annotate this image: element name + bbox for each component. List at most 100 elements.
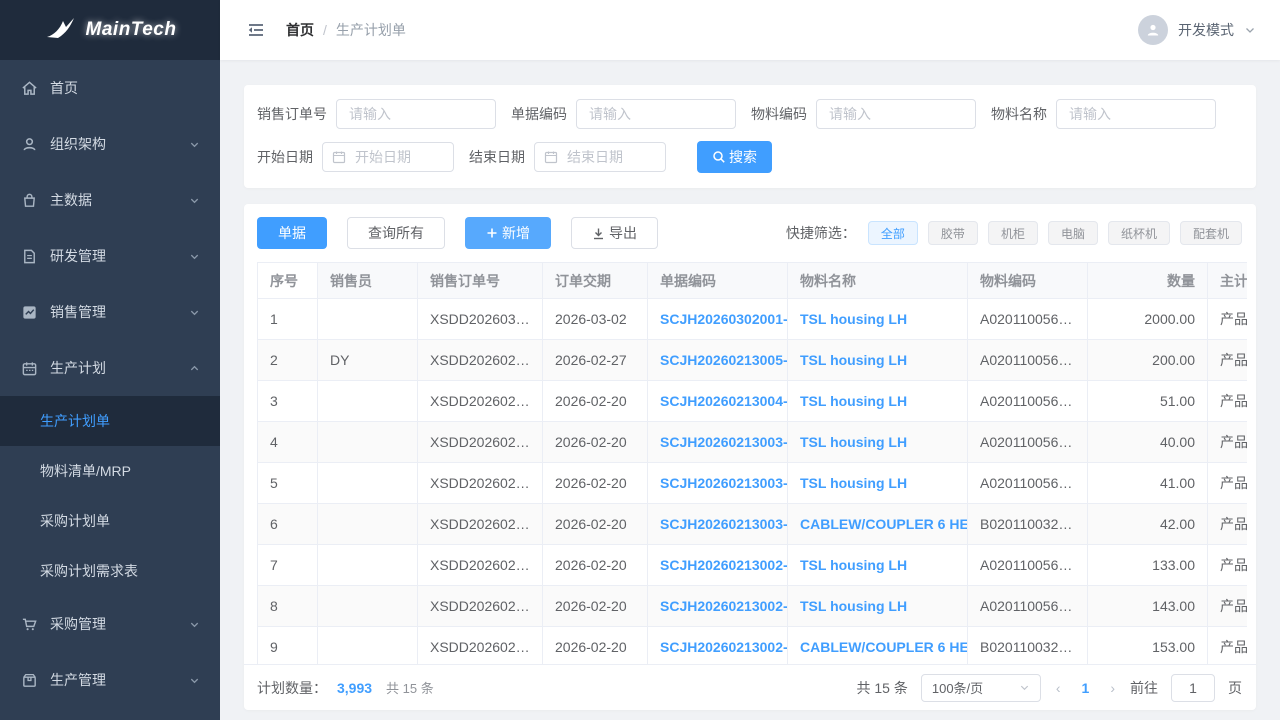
cell-doc-code-link[interactable]: SCJH20260302001- <box>648 299 788 340</box>
doc-button[interactable]: 单据 <box>257 217 327 249</box>
brand-swoosh-icon <box>44 15 84 45</box>
sidebar-collapse-icon[interactable] <box>246 20 266 40</box>
next-page-button[interactable]: › <box>1108 680 1117 696</box>
add-button[interactable]: 新增 <box>465 217 551 249</box>
cell-sales-order: XSDD202602… <box>418 422 543 463</box>
plan-qty-label: 计划数量： <box>257 678 327 698</box>
cell-material-code: A020110056… <box>968 381 1088 422</box>
calendar-icon <box>20 359 38 377</box>
col-material-name: 物料名称 <box>788 263 968 299</box>
cell-doc-code-link[interactable]: SCJH20260213003- <box>648 422 788 463</box>
doc-code-input[interactable] <box>576 99 736 129</box>
package-icon <box>20 671 38 689</box>
export-button[interactable]: 导出 <box>571 217 658 249</box>
goto-page-input[interactable] <box>1171 674 1215 702</box>
goto-label: 前往 <box>1130 678 1158 698</box>
sidebar: MainTech 首页 组织架构 主数据 研发管理 <box>0 0 220 720</box>
quick-filter-tape[interactable]: 胶带 <box>928 221 978 245</box>
query-all-button[interactable]: 查询所有 <box>347 217 445 249</box>
cell-material-name-link[interactable]: TSL housing LH <box>788 586 968 627</box>
page-content: 销售订单号 单据编码 物料编码 物料名称 开始日期 <box>220 60 1280 720</box>
cell-material-code: A020110056… <box>968 299 1088 340</box>
filter-label: 开始日期 <box>257 147 313 167</box>
sidebar-item-master-data[interactable]: 主数据 <box>0 172 220 228</box>
cell-delivery-date: 2026-02-20 <box>543 586 648 627</box>
cell-doc-code-link[interactable]: SCJH20260213002- <box>648 586 788 627</box>
sidebar-item-org[interactable]: 组织架构 <box>0 116 220 172</box>
cart-icon <box>20 615 38 633</box>
cell-material-name-link[interactable]: TSL housing LH <box>788 381 968 422</box>
quick-filter-cabinet[interactable]: 机柜 <box>988 221 1038 245</box>
chevron-down-icon <box>189 139 200 150</box>
page-size-value: 100条/页 <box>932 678 983 697</box>
col-quantity: 数量 <box>1088 263 1208 299</box>
filter-label: 销售订单号 <box>257 104 327 124</box>
cell-salesperson <box>318 463 418 504</box>
brand-name: MainTech <box>86 19 177 41</box>
cell-doc-code-link[interactable]: SCJH20260213004- <box>648 381 788 422</box>
cell-doc-code-link[interactable]: SCJH20260213005- <box>648 340 788 381</box>
search-button-label: 搜索 <box>729 147 757 167</box>
table-row: 6XSDD202602…2026-02-20SCJH20260213003-CA… <box>258 504 1248 545</box>
cell-doc-code-link[interactable]: SCJH20260213003- <box>648 463 788 504</box>
cell-salesperson <box>318 299 418 340</box>
chevron-up-icon <box>189 363 200 374</box>
cell-doc-code-link[interactable]: SCJH20260213003- <box>648 504 788 545</box>
sidebar-item-home[interactable]: 首页 <box>0 60 220 116</box>
sidebar-item-sales-mgmt[interactable]: 销售管理 <box>0 284 220 340</box>
filter-label: 物料编码 <box>751 104 807 124</box>
cell-material-name-link[interactable]: CABLEW/COUPLER 6 HE <box>788 504 968 545</box>
quick-filter-label: 快捷筛选： <box>786 223 856 243</box>
chart-icon <box>20 303 38 321</box>
cell-doc-code-link[interactable]: SCJH20260213002- <box>648 627 788 665</box>
quick-filter-computer[interactable]: 电脑 <box>1048 221 1098 245</box>
quick-filter-cupmachine[interactable]: 纸杯机 <box>1108 221 1170 245</box>
quick-filter-kit[interactable]: 配套机 <box>1180 221 1242 245</box>
sidebar-subitem-production-plan-order[interactable]: 生产计划单 <box>0 396 220 446</box>
user-menu[interactable]: 开发模式 <box>1138 15 1256 45</box>
cell-salesperson <box>318 545 418 586</box>
page-number-1[interactable]: 1 <box>1076 680 1096 696</box>
cell-doc-code-link[interactable]: SCJH20260213002- <box>648 545 788 586</box>
sidebar-subitem-bom-mrp[interactable]: 物料清单/MRP <box>0 446 220 496</box>
cell-quantity: 41.00 <box>1088 463 1208 504</box>
calendar-icon <box>544 150 558 169</box>
table-scroll-area[interactable]: 序号 销售员 销售订单号 订单交期 单据编码 物料名称 物料编码 数量 主计划 … <box>257 262 1247 664</box>
plan-table: 序号 销售员 销售订单号 订单交期 单据编码 物料名称 物料编码 数量 主计划 … <box>257 262 1247 664</box>
filter-material-name: 物料名称 <box>991 99 1216 129</box>
sales-order-input[interactable] <box>336 99 496 129</box>
cell-material-name-link[interactable]: TSL housing LH <box>788 299 968 340</box>
breadcrumb-home[interactable]: 首页 <box>286 20 314 40</box>
sidebar-subitem-purchase-plan[interactable]: 采购计划单 <box>0 496 220 546</box>
sidebar-item-purchase-mgmt[interactable]: 采购管理 <box>0 596 220 652</box>
quick-filter-all[interactable]: 全部 <box>868 221 918 245</box>
sidebar-item-label: 销售管理 <box>50 302 106 322</box>
cell-material-name-link[interactable]: TSL housing LH <box>788 545 968 586</box>
sidebar-subitem-label: 采购计划需求表 <box>40 561 138 581</box>
sidebar-nav: 首页 组织架构 主数据 研发管理 销售 <box>0 60 220 720</box>
page-size-select[interactable]: 100条/页 <box>921 674 1041 702</box>
total-count: 共 15 条 <box>857 678 908 698</box>
cell-material-name-link[interactable]: TSL housing LH <box>788 340 968 381</box>
cell-material-name-link[interactable]: CABLEW/COUPLER 6 HE <box>788 627 968 665</box>
breadcrumb-separator: / <box>323 22 327 38</box>
material-code-input[interactable] <box>816 99 976 129</box>
sidebar-item-production-mgmt[interactable]: 生产管理 <box>0 652 220 708</box>
cell-quantity: 42.00 <box>1088 504 1208 545</box>
filter-label: 单据编码 <box>511 104 567 124</box>
cell-material-name-link[interactable]: TSL housing LH <box>788 422 968 463</box>
sidebar-subitem-purchase-demand[interactable]: 采购计划需求表 <box>0 546 220 596</box>
col-sales-order: 销售订单号 <box>418 263 543 299</box>
material-name-input[interactable] <box>1056 99 1216 129</box>
cell-main-plan: 产品 <box>1208 586 1248 627</box>
sidebar-item-production-plan[interactable]: 生产计划 <box>0 340 220 396</box>
cell-material-code: A020110056… <box>968 463 1088 504</box>
sidebar-item-rd-mgmt[interactable]: 研发管理 <box>0 228 220 284</box>
cell-salesperson <box>318 381 418 422</box>
prev-page-button[interactable]: ‹ <box>1054 680 1063 696</box>
calendar-icon <box>332 150 346 169</box>
cell-index: 7 <box>258 545 318 586</box>
search-button[interactable]: 搜索 <box>697 141 772 173</box>
cell-main-plan: 产品 <box>1208 463 1248 504</box>
cell-material-name-link[interactable]: TSL housing LH <box>788 463 968 504</box>
